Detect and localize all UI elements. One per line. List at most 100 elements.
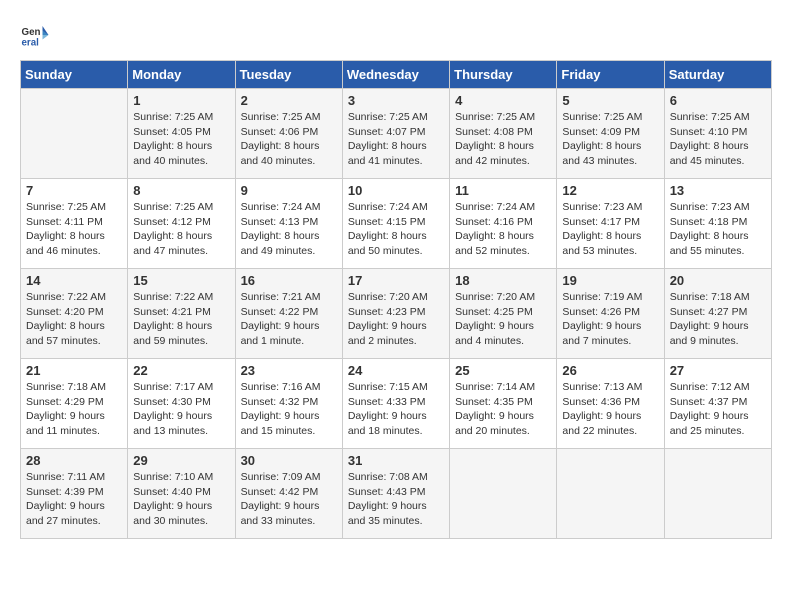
day-info: Sunrise: 7:11 AMSunset: 4:39 PMDaylight:… <box>26 470 122 529</box>
day-number: 30 <box>241 453 337 468</box>
day-number: 1 <box>133 93 229 108</box>
week-row-4: 21 Sunrise: 7:18 AMSunset: 4:29 PMDayligh… <box>21 359 772 449</box>
day-header-sunday: Sunday <box>21 61 128 89</box>
week-row-2: 7 Sunrise: 7:25 AMSunset: 4:11 PMDaylight… <box>21 179 772 269</box>
day-info: Sunrise: 7:24 AMSunset: 4:15 PMDaylight:… <box>348 200 444 259</box>
day-number: 11 <box>455 183 551 198</box>
day-number: 2 <box>241 93 337 108</box>
day-info: Sunrise: 7:10 AMSunset: 4:40 PMDaylight:… <box>133 470 229 529</box>
day-info: Sunrise: 7:08 AMSunset: 4:43 PMDaylight:… <box>348 470 444 529</box>
calendar-cell: 15 Sunrise: 7:22 AMSunset: 4:21 PMDayligh… <box>128 269 235 359</box>
day-info: Sunrise: 7:25 AMSunset: 4:07 PMDaylight:… <box>348 110 444 169</box>
day-number: 23 <box>241 363 337 378</box>
day-number: 28 <box>26 453 122 468</box>
calendar-cell: 16 Sunrise: 7:21 AMSunset: 4:22 PMDayligh… <box>235 269 342 359</box>
day-info: Sunrise: 7:22 AMSunset: 4:21 PMDaylight:… <box>133 290 229 349</box>
calendar-cell: 22Sunrise: 7:17 AMSunset: 4:30 PMDayligh… <box>128 359 235 449</box>
calendar-cell: 14 Sunrise: 7:22 AMSunset: 4:20 PMDayligh… <box>21 269 128 359</box>
day-info: Sunrise: 7:25 AMSunset: 4:08 PMDaylight:… <box>455 110 551 169</box>
calendar-cell: 12Sunrise: 7:23 AMSunset: 4:17 PMDayligh… <box>557 179 664 269</box>
day-number: 24 <box>348 363 444 378</box>
calendar-cell: 7 Sunrise: 7:25 AMSunset: 4:11 PMDaylight… <box>21 179 128 269</box>
calendar-cell: 8Sunrise: 7:25 AMSunset: 4:12 PMDaylight… <box>128 179 235 269</box>
day-header-monday: Monday <box>128 61 235 89</box>
day-number: 7 <box>26 183 122 198</box>
day-number: 25 <box>455 363 551 378</box>
calendar-cell: 24Sunrise: 7:15 AMSunset: 4:33 PMDayligh… <box>342 359 449 449</box>
page-header: Gen eral <box>20 20 772 50</box>
day-number: 29 <box>133 453 229 468</box>
calendar-cell: 17Sunrise: 7:20 AMSunset: 4:23 PMDayligh… <box>342 269 449 359</box>
calendar-cell: 26 Sunrise: 7:13 AMSunset: 4:36 PMDayligh… <box>557 359 664 449</box>
day-info: Sunrise: 7:25 AMSunset: 4:06 PMDaylight:… <box>241 110 337 169</box>
calendar-cell: 30 Sunrise: 7:09 AMSunset: 4:42 PMDayligh… <box>235 449 342 539</box>
day-number: 5 <box>562 93 658 108</box>
day-number: 13 <box>670 183 766 198</box>
day-info: Sunrise: 7:09 AMSunset: 4:42 PMDaylight:… <box>241 470 337 529</box>
calendar-cell: 4 Sunrise: 7:25 AMSunset: 4:08 PMDaylight… <box>450 89 557 179</box>
day-number: 4 <box>455 93 551 108</box>
calendar-cell: 11 Sunrise: 7:24 AMSunset: 4:16 PMDayligh… <box>450 179 557 269</box>
day-number: 6 <box>670 93 766 108</box>
day-info: Sunrise: 7:19 AMSunset: 4:26 PMDaylight:… <box>562 290 658 349</box>
day-info: Sunrise: 7:18 AMSunset: 4:27 PMDaylight:… <box>670 290 766 349</box>
day-info: Sunrise: 7:22 AMSunset: 4:20 PMDaylight:… <box>26 290 122 349</box>
day-number: 31 <box>348 453 444 468</box>
calendar-header: SundayMondayTuesdayWednesdayThursdayFrid… <box>21 61 772 89</box>
calendar-body: 1 Sunrise: 7:25 AMSunset: 4:05 PMDaylight… <box>21 89 772 539</box>
day-number: 10 <box>348 183 444 198</box>
day-number: 17 <box>348 273 444 288</box>
day-number: 21 <box>26 363 122 378</box>
day-header-thursday: Thursday <box>450 61 557 89</box>
calendar-cell: 25 Sunrise: 7:14 AMSunset: 4:35 PMDayligh… <box>450 359 557 449</box>
header-row: SundayMondayTuesdayWednesdayThursdayFrid… <box>21 61 772 89</box>
calendar-cell: 31 Sunrise: 7:08 AMSunset: 4:43 PMDayligh… <box>342 449 449 539</box>
calendar-cell <box>21 89 128 179</box>
calendar-cell: 29 Sunrise: 7:10 AMSunset: 4:40 PMDayligh… <box>128 449 235 539</box>
day-info: Sunrise: 7:14 AMSunset: 4:35 PMDaylight:… <box>455 380 551 439</box>
week-row-5: 28 Sunrise: 7:11 AMSunset: 4:39 PMDayligh… <box>21 449 772 539</box>
day-number: 9 <box>241 183 337 198</box>
day-number: 14 <box>26 273 122 288</box>
day-number: 16 <box>241 273 337 288</box>
calendar-cell <box>450 449 557 539</box>
day-number: 19 <box>562 273 658 288</box>
calendar-cell: 28 Sunrise: 7:11 AMSunset: 4:39 PMDayligh… <box>21 449 128 539</box>
day-info: Sunrise: 7:16 AMSunset: 4:32 PMDaylight:… <box>241 380 337 439</box>
day-number: 8 <box>133 183 229 198</box>
calendar-cell: 6 Sunrise: 7:25 AMSunset: 4:10 PMDaylight… <box>664 89 771 179</box>
day-info: Sunrise: 7:21 AMSunset: 4:22 PMDaylight:… <box>241 290 337 349</box>
day-info: Sunrise: 7:20 AMSunset: 4:25 PMDaylight:… <box>455 290 551 349</box>
day-info: Sunrise: 7:25 AMSunset: 4:05 PMDaylight:… <box>133 110 229 169</box>
day-info: Sunrise: 7:25 AMSunset: 4:11 PMDaylight:… <box>26 200 122 259</box>
calendar-cell: 18 Sunrise: 7:20 AMSunset: 4:25 PMDayligh… <box>450 269 557 359</box>
calendar-cell: 9 Sunrise: 7:24 AMSunset: 4:13 PMDaylight… <box>235 179 342 269</box>
day-number: 15 <box>133 273 229 288</box>
day-info: Sunrise: 7:24 AMSunset: 4:13 PMDaylight:… <box>241 200 337 259</box>
day-info: Sunrise: 7:18 AMSunset: 4:29 PMDaylight:… <box>26 380 122 439</box>
logo: Gen eral <box>20 20 55 50</box>
day-info: Sunrise: 7:23 AMSunset: 4:17 PMDaylight:… <box>562 200 658 259</box>
day-info: Sunrise: 7:24 AMSunset: 4:16 PMDaylight:… <box>455 200 551 259</box>
calendar-cell: 2 Sunrise: 7:25 AMSunset: 4:06 PMDaylight… <box>235 89 342 179</box>
day-header-wednesday: Wednesday <box>342 61 449 89</box>
calendar-cell: 10 Sunrise: 7:24 AMSunset: 4:15 PMDayligh… <box>342 179 449 269</box>
day-header-saturday: Saturday <box>664 61 771 89</box>
day-number: 27 <box>670 363 766 378</box>
calendar-cell: 3Sunrise: 7:25 AMSunset: 4:07 PMDaylight… <box>342 89 449 179</box>
day-info: Sunrise: 7:13 AMSunset: 4:36 PMDaylight:… <box>562 380 658 439</box>
day-info: Sunrise: 7:25 AMSunset: 4:10 PMDaylight:… <box>670 110 766 169</box>
calendar-cell <box>664 449 771 539</box>
day-info: Sunrise: 7:25 AMSunset: 4:09 PMDaylight:… <box>562 110 658 169</box>
week-row-1: 1 Sunrise: 7:25 AMSunset: 4:05 PMDaylight… <box>21 89 772 179</box>
calendar-cell: 23 Sunrise: 7:16 AMSunset: 4:32 PMDayligh… <box>235 359 342 449</box>
calendar-cell: 13 Sunrise: 7:23 AMSunset: 4:18 PMDayligh… <box>664 179 771 269</box>
day-number: 22 <box>133 363 229 378</box>
svg-text:eral: eral <box>22 38 40 49</box>
day-number: 18 <box>455 273 551 288</box>
logo-icon: Gen eral <box>20 20 50 50</box>
day-number: 26 <box>562 363 658 378</box>
calendar-cell: 5 Sunrise: 7:25 AMSunset: 4:09 PMDaylight… <box>557 89 664 179</box>
day-info: Sunrise: 7:23 AMSunset: 4:18 PMDaylight:… <box>670 200 766 259</box>
calendar-cell <box>557 449 664 539</box>
